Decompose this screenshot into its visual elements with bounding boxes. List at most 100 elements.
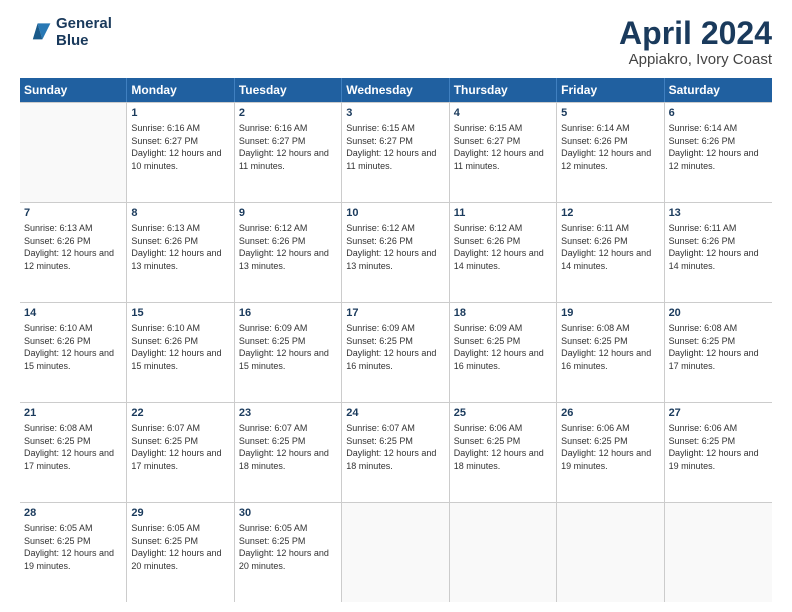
calendar-header-cell: Friday (557, 78, 664, 102)
day-info: Sunrise: 6:06 AMSunset: 6:25 PMDaylight:… (454, 422, 552, 472)
calendar-cell: 1Sunrise: 6:16 AMSunset: 6:27 PMDaylight… (127, 103, 234, 202)
calendar-cell: 20Sunrise: 6:08 AMSunset: 6:25 PMDayligh… (665, 303, 772, 402)
day-number: 13 (669, 206, 768, 221)
day-number: 15 (131, 306, 229, 321)
calendar-cell: 25Sunrise: 6:06 AMSunset: 6:25 PMDayligh… (450, 403, 557, 502)
calendar-cell (450, 503, 557, 602)
calendar-row: 21Sunrise: 6:08 AMSunset: 6:25 PMDayligh… (20, 403, 772, 503)
calendar-cell: 22Sunrise: 6:07 AMSunset: 6:25 PMDayligh… (127, 403, 234, 502)
day-number: 10 (346, 206, 444, 221)
day-number: 3 (346, 106, 444, 121)
calendar-cell: 7Sunrise: 6:13 AMSunset: 6:26 PMDaylight… (20, 203, 127, 302)
calendar-cell: 14Sunrise: 6:10 AMSunset: 6:26 PMDayligh… (20, 303, 127, 402)
day-info: Sunrise: 6:12 AMSunset: 6:26 PMDaylight:… (346, 222, 444, 272)
day-number: 27 (669, 406, 768, 421)
day-number: 5 (561, 106, 659, 121)
calendar-cell: 27Sunrise: 6:06 AMSunset: 6:25 PMDayligh… (665, 403, 772, 502)
calendar-cell: 18Sunrise: 6:09 AMSunset: 6:25 PMDayligh… (450, 303, 557, 402)
day-info: Sunrise: 6:09 AMSunset: 6:25 PMDaylight:… (346, 322, 444, 372)
day-info: Sunrise: 6:16 AMSunset: 6:27 PMDaylight:… (239, 122, 337, 172)
calendar-cell: 5Sunrise: 6:14 AMSunset: 6:26 PMDaylight… (557, 103, 664, 202)
day-number: 11 (454, 206, 552, 221)
calendar-cell: 10Sunrise: 6:12 AMSunset: 6:26 PMDayligh… (342, 203, 449, 302)
day-number: 25 (454, 406, 552, 421)
day-info: Sunrise: 6:15 AMSunset: 6:27 PMDaylight:… (346, 122, 444, 172)
day-info: Sunrise: 6:14 AMSunset: 6:26 PMDaylight:… (669, 122, 768, 172)
calendar-row: 7Sunrise: 6:13 AMSunset: 6:26 PMDaylight… (20, 203, 772, 303)
calendar-cell (20, 103, 127, 202)
day-number: 1 (131, 106, 229, 121)
page-title: April 2024 (619, 16, 772, 51)
day-info: Sunrise: 6:07 AMSunset: 6:25 PMDaylight:… (346, 422, 444, 472)
calendar-cell: 2Sunrise: 6:16 AMSunset: 6:27 PMDaylight… (235, 103, 342, 202)
day-info: Sunrise: 6:10 AMSunset: 6:26 PMDaylight:… (131, 322, 229, 372)
day-info: Sunrise: 6:06 AMSunset: 6:25 PMDaylight:… (561, 422, 659, 472)
calendar-cell: 9Sunrise: 6:12 AMSunset: 6:26 PMDaylight… (235, 203, 342, 302)
logo-icon (20, 17, 52, 49)
calendar-header-cell: Monday (127, 78, 234, 102)
day-number: 22 (131, 406, 229, 421)
day-number: 26 (561, 406, 659, 421)
day-info: Sunrise: 6:07 AMSunset: 6:25 PMDaylight:… (131, 422, 229, 472)
day-info: Sunrise: 6:12 AMSunset: 6:26 PMDaylight:… (454, 222, 552, 272)
calendar-header-cell: Saturday (665, 78, 772, 102)
calendar-body: 1 Sunrise: 6:16 AMSunset: 6:27 PMDaylight… (20, 102, 772, 602)
calendar-header-cell: Sunday (20, 78, 127, 102)
day-number: 29 (131, 506, 229, 521)
calendar-cell: 8Sunrise: 6:13 AMSunset: 6:26 PMDaylight… (127, 203, 234, 302)
calendar-header-cell: Tuesday (235, 78, 342, 102)
day-info: Sunrise: 6:15 AMSunset: 6:27 PMDaylight:… (454, 122, 552, 172)
day-info: Sunrise: 6:12 AMSunset: 6:26 PMDaylight:… (239, 222, 337, 272)
calendar-cell: 23Sunrise: 6:07 AMSunset: 6:25 PMDayligh… (235, 403, 342, 502)
calendar-header-cell: Wednesday (342, 78, 449, 102)
calendar-cell: 12Sunrise: 6:11 AMSunset: 6:26 PMDayligh… (557, 203, 664, 302)
calendar-cell (665, 503, 772, 602)
calendar-cell: 6Sunrise: 6:14 AMSunset: 6:26 PMDaylight… (665, 103, 772, 202)
day-number: 7 (24, 206, 122, 221)
day-info: Sunrise: 6:07 AMSunset: 6:25 PMDaylight:… (239, 422, 337, 472)
calendar-cell: 21Sunrise: 6:08 AMSunset: 6:25 PMDayligh… (20, 403, 127, 502)
calendar-cell: 19Sunrise: 6:08 AMSunset: 6:25 PMDayligh… (557, 303, 664, 402)
day-number: 30 (239, 506, 337, 521)
calendar-cell: 30Sunrise: 6:05 AMSunset: 6:25 PMDayligh… (235, 503, 342, 602)
calendar-row: 28Sunrise: 6:05 AMSunset: 6:25 PMDayligh… (20, 503, 772, 602)
calendar-cell: 24Sunrise: 6:07 AMSunset: 6:25 PMDayligh… (342, 403, 449, 502)
day-number: 2 (239, 106, 337, 121)
day-number: 21 (24, 406, 122, 421)
day-number: 19 (561, 306, 659, 321)
calendar-row: 1 Sunrise: 6:16 AMSunset: 6:27 PMDaylight… (20, 103, 772, 203)
logo-text: General Blue (56, 16, 112, 49)
day-info: Sunrise: 6:08 AMSunset: 6:25 PMDaylight:… (24, 422, 122, 472)
calendar-cell (557, 503, 664, 602)
day-number: 14 (24, 306, 122, 321)
day-info: Sunrise: 6:08 AMSunset: 6:25 PMDaylight:… (561, 322, 659, 372)
day-info: Sunrise: 6:13 AMSunset: 6:26 PMDaylight:… (24, 222, 122, 272)
day-info: Sunrise: 6:11 AMSunset: 6:26 PMDaylight:… (669, 222, 768, 272)
day-number: 4 (454, 106, 552, 121)
header: General Blue April 2024 Appiakro, Ivory … (20, 16, 772, 68)
day-number: 20 (669, 306, 768, 321)
calendar-cell: 16Sunrise: 6:09 AMSunset: 6:25 PMDayligh… (235, 303, 342, 402)
calendar-row: 14Sunrise: 6:10 AMSunset: 6:26 PMDayligh… (20, 303, 772, 403)
calendar-cell: 28Sunrise: 6:05 AMSunset: 6:25 PMDayligh… (20, 503, 127, 602)
day-number: 17 (346, 306, 444, 321)
page-subtitle: Appiakro, Ivory Coast (619, 51, 772, 68)
calendar-header-cell: Thursday (450, 78, 557, 102)
calendar-cell: 15Sunrise: 6:10 AMSunset: 6:26 PMDayligh… (127, 303, 234, 402)
day-info: Sunrise: 6:05 AMSunset: 6:25 PMDaylight:… (131, 522, 229, 572)
day-info: Sunrise: 6:10 AMSunset: 6:26 PMDaylight:… (24, 322, 122, 372)
day-number: 23 (239, 406, 337, 421)
day-number: 8 (131, 206, 229, 221)
calendar-header: SundayMondayTuesdayWednesdayThursdayFrid… (20, 78, 772, 102)
calendar-cell: 11Sunrise: 6:12 AMSunset: 6:26 PMDayligh… (450, 203, 557, 302)
day-info: Sunrise: 6:13 AMSunset: 6:26 PMDaylight:… (131, 222, 229, 272)
logo: General Blue (20, 16, 112, 49)
day-info: Sunrise: 6:05 AMSunset: 6:25 PMDaylight:… (239, 522, 337, 572)
day-info: Sunrise: 6:06 AMSunset: 6:25 PMDaylight:… (669, 422, 768, 472)
day-info: Sunrise: 6:09 AMSunset: 6:25 PMDaylight:… (239, 322, 337, 372)
day-info: Sunrise: 6:09 AMSunset: 6:25 PMDaylight:… (454, 322, 552, 372)
day-number: 16 (239, 306, 337, 321)
day-info: Sunrise: 6:11 AMSunset: 6:26 PMDaylight:… (561, 222, 659, 272)
calendar-cell: 3Sunrise: 6:15 AMSunset: 6:27 PMDaylight… (342, 103, 449, 202)
calendar-cell: 4Sunrise: 6:15 AMSunset: 6:27 PMDaylight… (450, 103, 557, 202)
